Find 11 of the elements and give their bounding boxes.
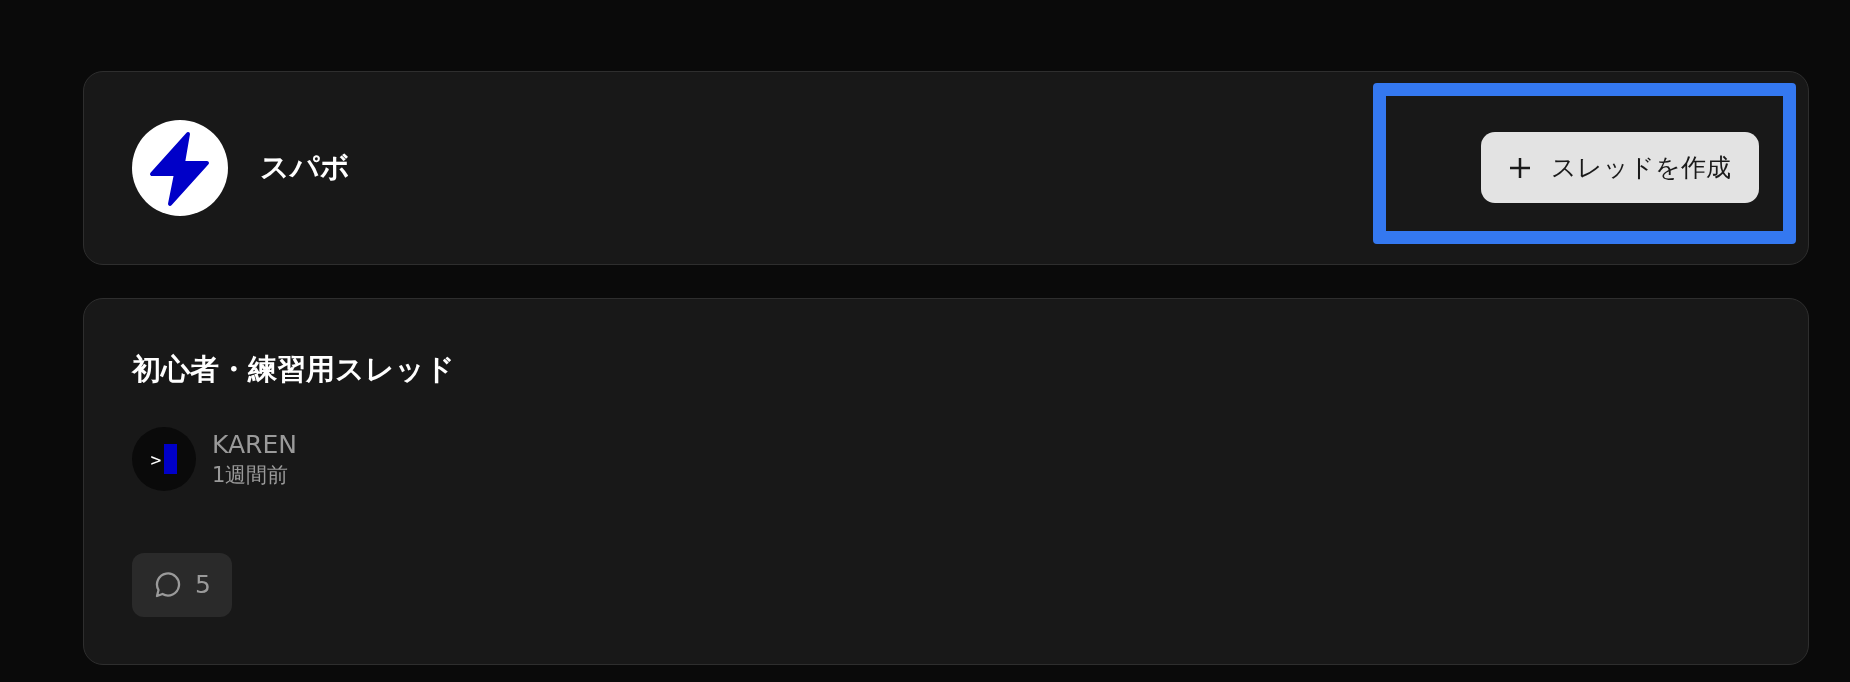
speech-bubble-icon <box>153 571 182 599</box>
thread-title: 初心者・練習用スレッド <box>132 351 456 388</box>
plus-icon <box>1509 156 1531 179</box>
create-thread-button[interactable]: スレッドを作成 <box>1481 132 1759 203</box>
post-time: 1週間前 <box>212 462 290 489</box>
user-avatar: > <box>132 427 196 491</box>
community-name: スパボ <box>260 149 350 187</box>
lightning-logo-icon <box>132 120 228 216</box>
author-name[interactable]: KAREN <box>212 429 297 461</box>
thread-card[interactable]: 初心者・練習用スレッド > KAREN 1週間前 5 <box>83 298 1809 665</box>
comment-count-chip[interactable]: 5 <box>132 553 232 617</box>
